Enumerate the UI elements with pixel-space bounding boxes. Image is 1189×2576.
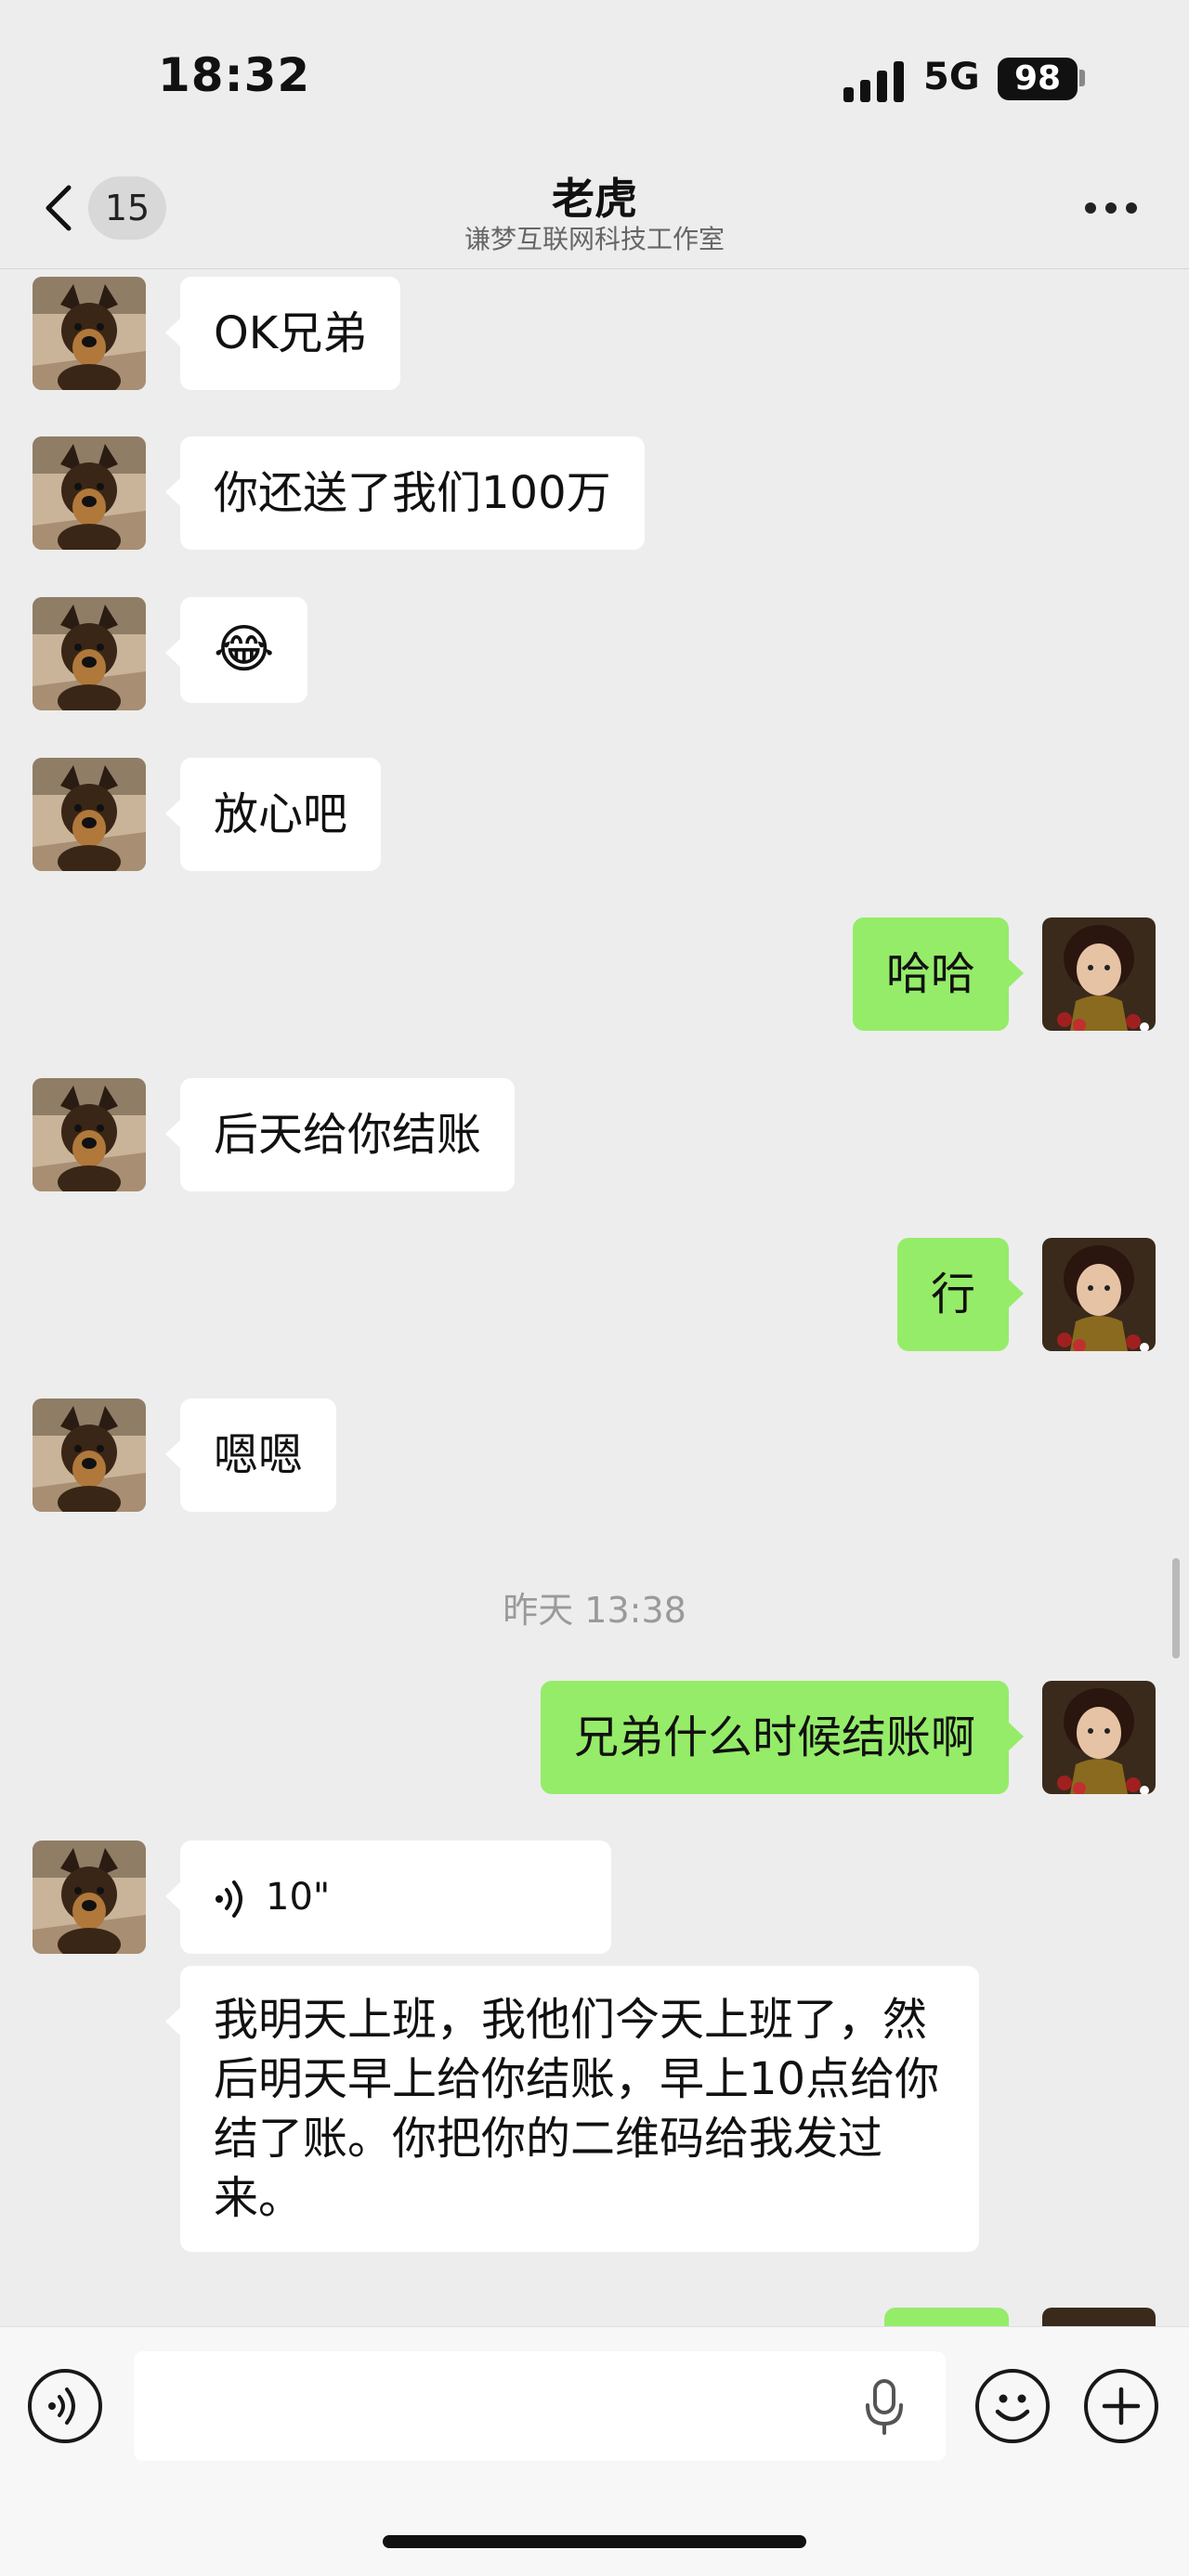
message-bubble-sent[interactable]: 行 [896,1238,1025,1351]
contact-avatar[interactable] [33,436,146,550]
message-input[interactable] [134,2351,946,2461]
voice-mode-icon [48,2387,75,2425]
my-avatar[interactable] [1042,917,1156,1031]
battery-tip [1079,70,1085,86]
contact-avatar[interactable] [33,1841,146,1954]
battery-icon: 98 [998,58,1078,100]
page-title: 老虎 [552,174,637,224]
voice-wave-icon [216,1880,242,1918]
chat-header: 15 老虎 谦梦互联网科技工作室 [0,149,1189,269]
voice-mode-button[interactable] [28,2369,102,2443]
plus-button[interactable] [1084,2369,1158,2443]
message-bubble-sent[interactable]: 哈哈 [852,917,1025,1031]
status-time: 18:32 [158,48,311,102]
emoji-icon [995,2394,1030,2422]
message-bubble-sent[interactable]: 兄弟什么时候结账啊 [540,1681,1025,1794]
message-bubble-received[interactable]: 😂 [164,597,308,703]
contact-avatar[interactable] [33,1078,146,1191]
message-bubble-received[interactable]: 我明天上班，我他们今天上班了，然后明天早上给你结账，早上10点给你结了账。你把你… [165,1966,979,2252]
message-bubble-received[interactable]: 嗯嗯 [164,1399,337,1512]
voice-duration: 10" [266,1876,331,1919]
message-bubble-received[interactable]: 放心吧 [164,758,382,871]
voice-message-bubble[interactable]: 10" [165,1841,611,1954]
contact-avatar[interactable] [33,597,146,710]
contact-avatar[interactable] [33,277,146,390]
scrollbar[interactable] [1172,1558,1180,1659]
contact-avatar[interactable] [33,758,146,871]
message-bubble-received[interactable]: 后天给你结账 [164,1078,516,1191]
plus-icon [1102,2387,1141,2426]
contact-avatar[interactable] [33,1399,146,1512]
message-bubble-received[interactable]: 你还送了我们100万 [165,436,645,550]
message-timestamp: 昨天 13:38 [503,1590,686,1631]
home-indicator [383,2535,806,2548]
signal-icon [843,61,905,102]
my-avatar[interactable] [1042,1238,1156,1351]
network-label: 5G [923,56,980,98]
more-dots-icon[interactable] [1085,202,1141,215]
microphone-icon[interactable] [861,2377,908,2437]
emoji-button[interactable] [975,2369,1050,2443]
message-bubble-received[interactable]: OK兄弟 [164,277,401,390]
chat-subtitle: 谦梦互联网科技工作室 [464,224,725,254]
my-avatar[interactable] [1042,1681,1156,1794]
